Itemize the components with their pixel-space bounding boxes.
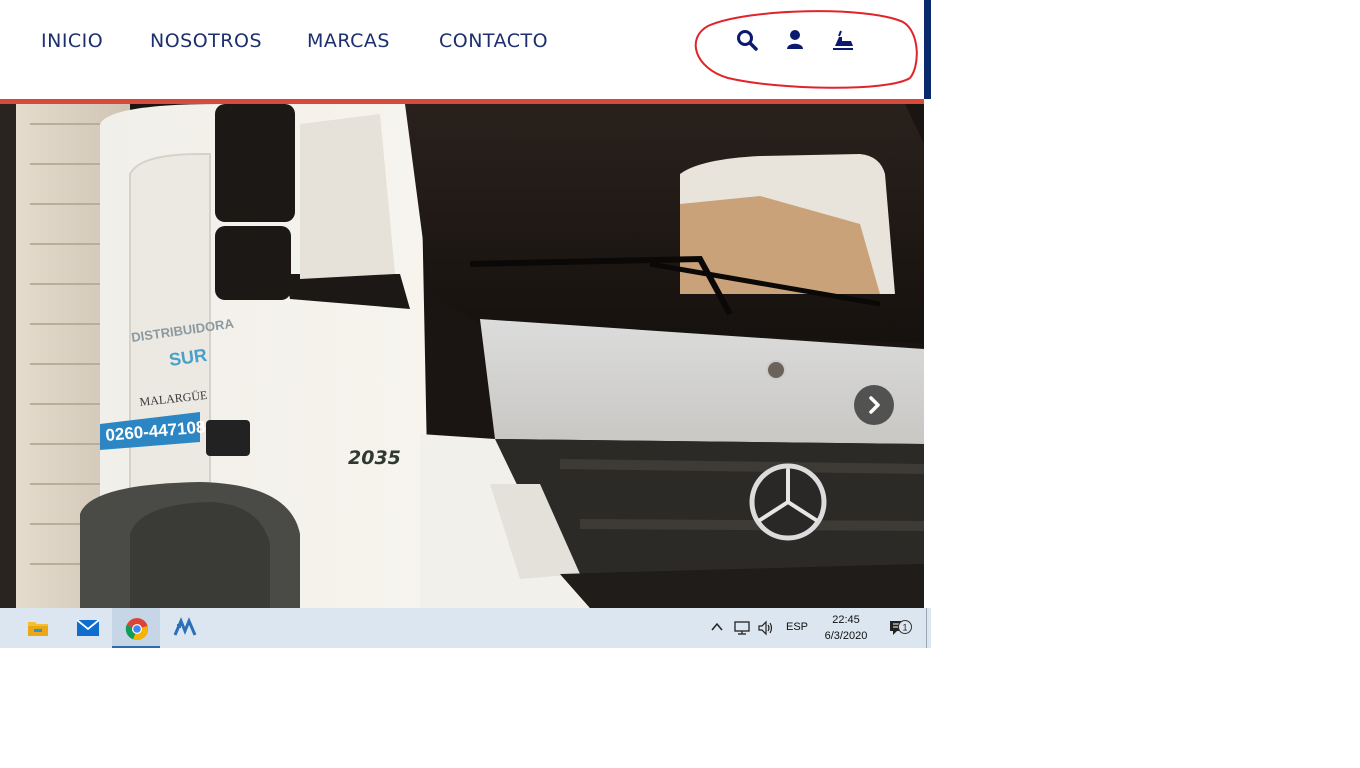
page-edge [924, 104, 931, 608]
taskbar-clock[interactable]: 22:45 6/3/2020 [815, 612, 877, 644]
file-explorer-icon [28, 622, 48, 636]
hero-slider: DISTRIBUIDORA SUR MALARGÜE 0260-4471080 … [0, 104, 924, 608]
browser-viewport: INICIO NOSOTROS MARCAS CONTACTO DISTRIBU… [0, 0, 931, 648]
truck-photo: DISTRIBUIDORA SUR MALARGÜE 0260-4471080 … [0, 104, 924, 608]
mail-icon [76, 619, 100, 636]
clock-time: 22:45 [832, 614, 860, 626]
nav-item-contacto[interactable]: CONTACTO [439, 30, 548, 52]
clock-date: 6/3/2020 [824, 630, 868, 642]
taskbar-chrome[interactable] [112, 608, 160, 648]
annotation-circle [694, 10, 918, 89]
network-icon[interactable] [733, 620, 751, 636]
taskbar-mail[interactable] [63, 608, 111, 648]
nav-item-nosotros[interactable]: NOSOTROS [150, 30, 262, 52]
volume-icon[interactable] [757, 620, 775, 636]
taskbar-app[interactable] [160, 608, 208, 648]
svg-text:2035: 2035 [348, 447, 401, 469]
slider-next-button[interactable] [854, 385, 894, 425]
chevron-right-icon [869, 396, 880, 414]
app-icon [173, 617, 197, 636]
site-header: INICIO NOSOTROS MARCAS CONTACTO [0, 0, 924, 99]
nav-item-inicio[interactable]: INICIO [41, 30, 103, 52]
chrome-icon [125, 618, 148, 641]
show-desktop-button[interactable] [926, 608, 931, 648]
header-side-bar [924, 0, 931, 99]
notification-count: 1 [902, 623, 907, 633]
windows-taskbar: ESP 22:45 6/3/2020 [0, 608, 931, 648]
taskbar-file-explorer[interactable] [14, 608, 62, 648]
nav-item-marcas[interactable]: MARCAS [307, 30, 390, 52]
notification-badge: 1 [898, 620, 912, 634]
chevron-up-icon[interactable] [710, 620, 724, 634]
input-language[interactable]: ESP [786, 621, 808, 633]
active-app-indicator [112, 646, 160, 648]
